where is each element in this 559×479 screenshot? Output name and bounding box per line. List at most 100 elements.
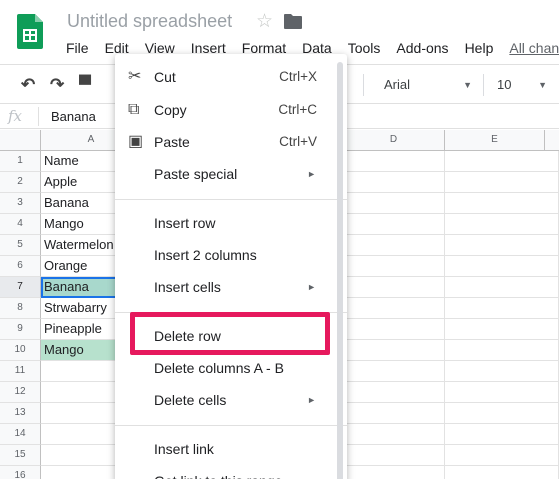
cell-e[interactable] [445,298,559,319]
cell-a[interactable]: Mango [41,214,117,235]
row-header[interactable]: 8 [0,298,41,319]
cell-e[interactable] [445,403,559,424]
menu-scrollbar[interactable] [337,62,343,479]
cell-d[interactable] [343,445,445,466]
cell-d[interactable] [343,319,445,340]
cell-e[interactable] [445,256,559,277]
cell-d[interactable] [343,298,445,319]
row-header[interactable]: 7 [0,277,41,298]
cell-d[interactable] [343,172,445,193]
cell-e[interactable] [445,361,559,382]
cell-d[interactable] [343,277,445,298]
menu-item-paste-special[interactable]: Paste special ► [115,158,347,190]
cell-a[interactable] [41,361,117,382]
cell-a[interactable]: Pineapple [41,319,117,340]
row-header[interactable]: 16 [0,466,41,479]
column-header-e[interactable]: E [445,130,545,150]
menu-item-copy[interactable]: ⧉ Copy Ctrl+C [115,94,347,126]
font-family-select[interactable]: Arial ▼ [384,74,472,96]
cell-a[interactable]: Strwabarry [41,298,117,319]
formula-input[interactable]: Banana [51,109,96,124]
cell-d[interactable] [343,151,445,172]
row-header[interactable]: 9 [0,319,41,340]
menu-item-delete-cells[interactable]: Delete cells ► [115,384,347,416]
row-header[interactable]: 2 [0,172,41,193]
cell-a[interactable]: Banana [41,277,117,298]
menu-item-insert-link-label: Insert link [154,441,214,457]
menu-item-cut-label: Cut [154,69,176,85]
cell-d[interactable] [343,340,445,361]
cell-d[interactable] [343,424,445,445]
star-icon[interactable]: ☆ [256,10,273,33]
print-icon[interactable]: ▀ [79,75,91,95]
cell-a[interactable]: Name [41,151,117,172]
column-header-d[interactable]: D [343,130,445,150]
menu-item-copy-shortcut: Ctrl+C [278,102,317,117]
menu-addons[interactable]: Add-ons [388,39,456,57]
menu-item-insert-row[interactable]: Insert row [115,207,347,239]
cell-d[interactable] [343,193,445,214]
menu-help[interactable]: Help [457,39,502,57]
cell-d[interactable] [343,403,445,424]
row-header[interactable]: 12 [0,382,41,403]
redo-icon[interactable]: ↷ [50,75,64,95]
menu-item-delete-columns-label: Delete columns A - B [154,360,284,376]
menu-item-get-link[interactable]: Get link to this range [115,465,347,479]
cell-a[interactable]: Mango [41,340,117,361]
menu-item-insert-link[interactable]: Insert link [115,433,347,465]
cell-a[interactable] [41,466,117,479]
cell-e[interactable] [445,151,559,172]
cell-a[interactable]: Banana [41,193,117,214]
menu-item-insert-cells[interactable]: Insert cells ► [115,271,347,303]
cell-e[interactable] [445,214,559,235]
cell-d[interactable] [343,235,445,256]
cell-e[interactable] [445,382,559,403]
cell-d[interactable] [343,466,445,479]
cell-a[interactable]: Orange [41,256,117,277]
cell-a[interactable] [41,424,117,445]
cell-e[interactable] [445,466,559,479]
chevron-down-icon: ▼ [463,80,472,90]
menu-file[interactable]: File [58,39,97,57]
cell-e[interactable] [445,424,559,445]
font-size-select[interactable]: 10 ▼ [497,74,547,96]
cell-a[interactable]: Watermelon [41,235,117,256]
cell-d[interactable] [343,382,445,403]
cell-e[interactable] [445,172,559,193]
cell-a[interactable] [41,403,117,424]
row-header[interactable]: 4 [0,214,41,235]
last-edit-link[interactable]: All chan [501,39,559,57]
menu-divider [115,425,347,426]
cell-e[interactable] [445,193,559,214]
cell-e[interactable] [445,277,559,298]
document-title[interactable]: Untitled spreadsheet [67,11,232,32]
row-header[interactable]: 3 [0,193,41,214]
select-all-corner[interactable] [0,130,41,150]
row-header[interactable]: 10 [0,340,41,361]
menu-item-paste[interactable]: ▣ Paste Ctrl+V [115,126,347,158]
row-header[interactable]: 14 [0,424,41,445]
cell-e[interactable] [445,235,559,256]
cell-a[interactable] [41,445,117,466]
menu-item-cut[interactable]: ✂ Cut Ctrl+X [115,61,347,93]
row-header[interactable]: 15 [0,445,41,466]
menu-item-delete-columns[interactable]: Delete columns A - B [115,352,347,384]
cell-a[interactable]: Apple [41,172,117,193]
row-header[interactable]: 6 [0,256,41,277]
menu-tools[interactable]: Tools [340,39,389,57]
undo-icon[interactable]: ↶ [21,75,35,95]
cell-e[interactable] [445,340,559,361]
cell-d[interactable] [343,361,445,382]
cell-d[interactable] [343,214,445,235]
cell-a[interactable] [41,382,117,403]
folder-icon[interactable] [284,14,302,29]
row-header[interactable]: 13 [0,403,41,424]
row-header[interactable]: 1 [0,151,41,172]
menu-item-delete-cells-label: Delete cells [154,392,227,408]
menu-item-insert-columns[interactable]: Insert 2 columns [115,239,347,271]
row-header[interactable]: 5 [0,235,41,256]
cell-d[interactable] [343,256,445,277]
cell-e[interactable] [445,319,559,340]
row-header[interactable]: 11 [0,361,41,382]
cell-e[interactable] [445,445,559,466]
